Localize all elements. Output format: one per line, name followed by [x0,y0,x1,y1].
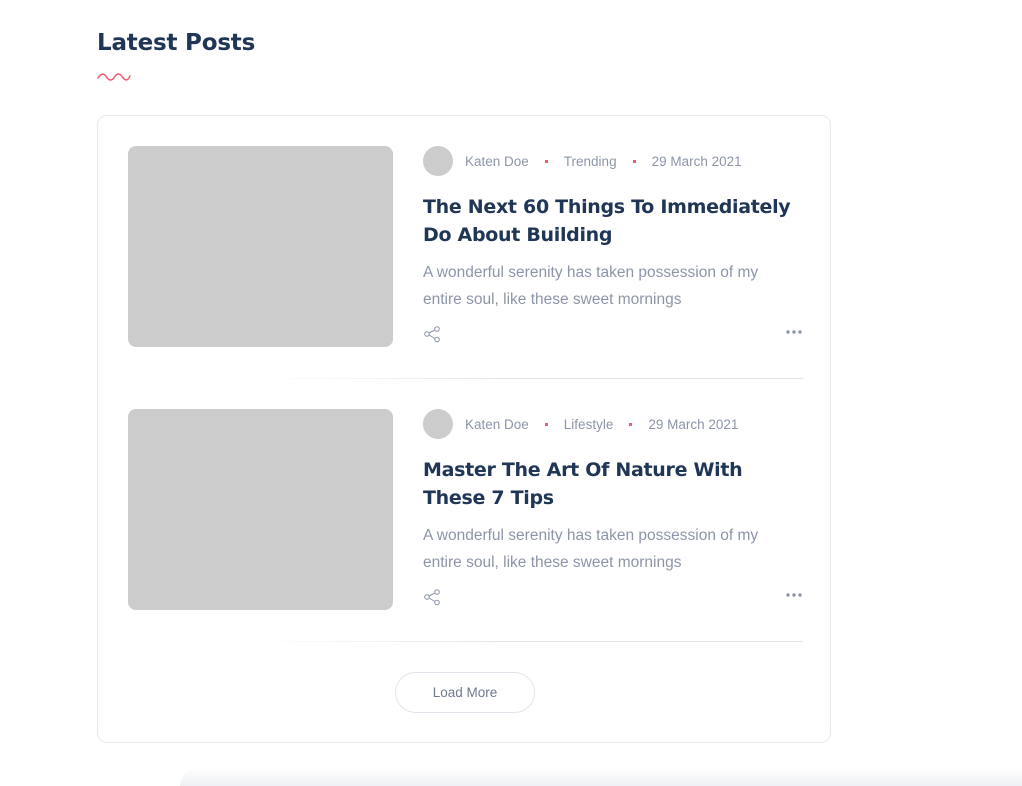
post-divider [253,378,803,379]
post-meta: Katen Doe Trending 29 March 2021 [423,146,742,176]
post-thumbnail[interactable] [128,409,393,610]
author-name[interactable]: Katen Doe [465,417,529,432]
post-category[interactable]: Trending [564,154,617,169]
section-title: Latest Posts [97,30,256,56]
author-avatar[interactable] [423,146,453,176]
wavy-underline-icon [97,73,131,81]
post-category[interactable]: Lifestyle [564,417,614,432]
share-icon[interactable] [423,588,441,606]
post-excerpt: A wonderful serenity has taken possessio… [423,527,759,571]
meta-separator-dot [544,159,548,163]
meta-separator-dot [544,422,548,426]
more-horizontal-icon[interactable] [785,589,803,601]
post-title[interactable]: Master The Art Of Nature With These 7 Ti… [423,456,808,512]
meta-separator-dot [632,159,636,163]
post-excerpt: A wonderful serenity has taken possessio… [423,264,759,308]
post-title[interactable]: The Next 60 Things To Immediately Do Abo… [423,193,808,249]
post-content: Katen Doe Lifestyle 29 March 2021 Master… [423,409,803,609]
post-item: Katen Doe Lifestyle 29 March 2021 Master… [128,409,803,639]
post-item: Katen Doe Trending 29 March 2021 The Nex… [128,146,803,376]
author-avatar[interactable] [423,409,453,439]
more-horizontal-icon[interactable] [785,326,803,338]
post-date: 29 March 2021 [648,416,739,432]
load-more-button[interactable]: Load More [395,672,535,713]
post-meta: Katen Doe Lifestyle 29 March 2021 [423,409,738,439]
bottom-fade [180,768,1022,786]
post-content: Katen Doe Trending 29 March 2021 The Nex… [423,146,803,346]
post-date: 29 March 2021 [651,153,742,169]
post-thumbnail[interactable] [128,146,393,347]
meta-separator-dot [629,422,633,426]
post-divider [253,641,803,642]
share-icon[interactable] [423,325,441,343]
latest-posts-card: Katen Doe Trending 29 March 2021 The Nex… [97,115,831,743]
author-name[interactable]: Katen Doe [465,154,529,169]
